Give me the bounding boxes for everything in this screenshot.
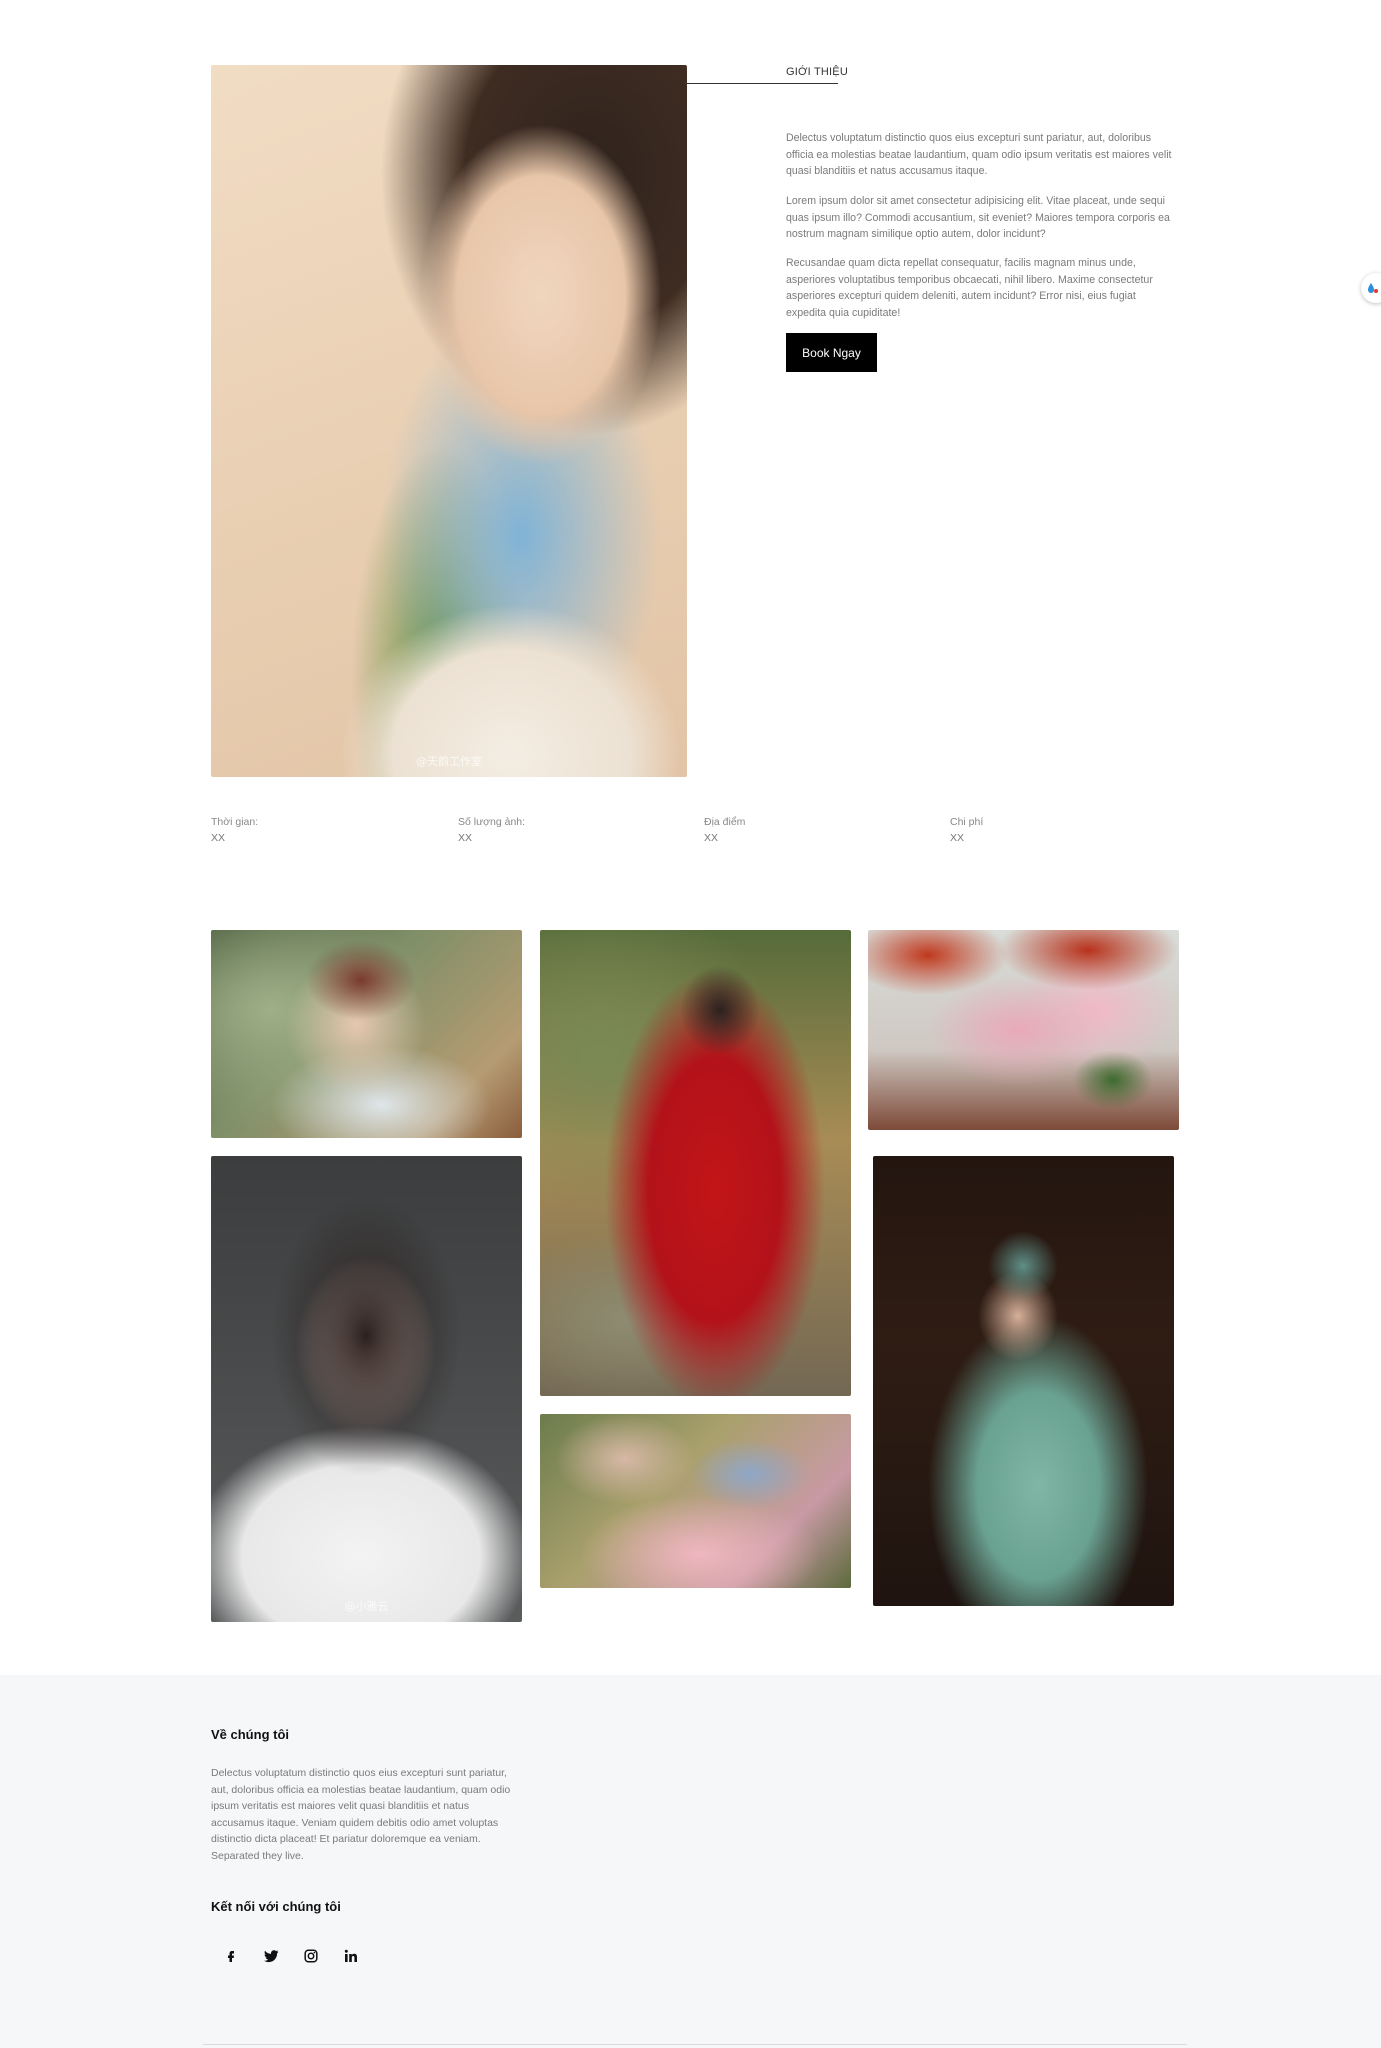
book-now-button[interactable]: Book Ngay bbox=[786, 333, 877, 372]
water-drop-icon bbox=[1368, 283, 1378, 293]
twitter-icon bbox=[263, 1949, 278, 1962]
stat-label: Thời gian: bbox=[211, 816, 259, 828]
stat-value: XX bbox=[950, 832, 965, 844]
hero-photo: @天韵工作室 bbox=[211, 65, 687, 777]
stat-location: Địa điểm XX bbox=[704, 815, 944, 845]
twitter-link[interactable] bbox=[251, 1937, 291, 1975]
facebook-icon bbox=[228, 1951, 234, 1962]
intro-paragraph-3: Recusandae quam dicta repellat consequat… bbox=[786, 257, 1153, 319]
floating-widget-button[interactable] bbox=[1361, 273, 1381, 303]
photo-watermark: @小雅云 bbox=[344, 1600, 389, 1613]
stat-label: Địa điểm bbox=[704, 816, 746, 828]
gallery-photo-1[interactable] bbox=[211, 930, 522, 1138]
instagram-link[interactable] bbox=[291, 1937, 331, 1975]
stat-value: XX bbox=[704, 832, 719, 844]
hero-watermark: @天韵工作室 bbox=[416, 755, 482, 768]
intro-heading-rule bbox=[684, 83, 838, 84]
footer bbox=[0, 1675, 1381, 2048]
stat-cost: Chi phí XX bbox=[950, 815, 1190, 845]
stat-photo-count: Số lượng ảnh: XX bbox=[458, 815, 698, 845]
footer-about-text: Delectus voluptatum distinctio quos eius… bbox=[211, 1767, 511, 1862]
stat-value: XX bbox=[458, 832, 473, 844]
instagram-icon bbox=[304, 1949, 318, 1963]
intro-paragraph-1: Delectus voluptatum distinctio quos eius… bbox=[786, 132, 1172, 177]
gallery-photo-4[interactable]: @小雅云 bbox=[211, 1156, 522, 1622]
footer-divider bbox=[203, 2044, 1187, 2045]
footer-about-title: Về chúng tôi bbox=[211, 1727, 289, 1742]
gallery-photo-6[interactable] bbox=[873, 1156, 1174, 1606]
stat-value: XX bbox=[211, 832, 226, 844]
social-links bbox=[211, 1937, 371, 1975]
gallery-photo-2[interactable] bbox=[540, 930, 851, 1396]
intro-paragraph-2: Lorem ipsum dolor sit amet consectetur a… bbox=[786, 195, 1170, 240]
footer-connect-title: Kết nối với chúng tôi bbox=[211, 1899, 341, 1914]
linkedin-icon bbox=[344, 1949, 357, 1962]
gallery-photo-5[interactable] bbox=[540, 1414, 851, 1588]
linkedin-link[interactable] bbox=[331, 1937, 371, 1975]
gallery-photo-3[interactable] bbox=[868, 930, 1179, 1130]
stat-label: Số lượng ảnh: bbox=[458, 816, 526, 828]
stat-time: Thời gian: XX bbox=[211, 815, 451, 845]
facebook-link[interactable] bbox=[211, 1937, 251, 1975]
intro-heading: GIỚI THIỆU bbox=[786, 66, 848, 78]
stat-label: Chi phí bbox=[950, 816, 984, 828]
